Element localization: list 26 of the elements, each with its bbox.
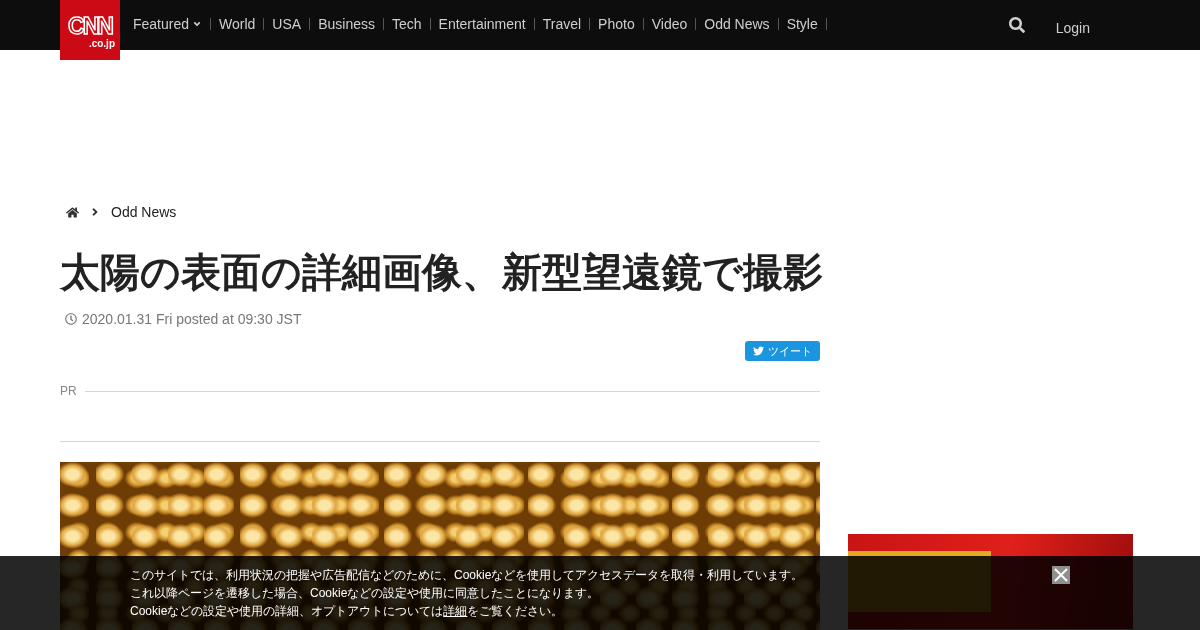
search-icon[interactable] — [1008, 17, 1025, 33]
nav-link[interactable]: Entertainment — [430, 16, 534, 32]
nav-link[interactable]: Photo — [590, 16, 643, 32]
close-button[interactable] — [1052, 566, 1070, 584]
login-link[interactable]: Login — [1055, 19, 1090, 36]
nav-link[interactable]: Style — [778, 16, 826, 32]
breadcrumb-link[interactable]: Odd News — [111, 204, 177, 220]
close-icon — [1054, 568, 1068, 582]
nav-link[interactable]: Odd News — [696, 16, 778, 32]
home-icon[interactable] — [66, 205, 79, 219]
nav-link[interactable]: USA — [264, 16, 310, 32]
nav-link[interactable]: World — [211, 16, 264, 32]
article-title: 太陽の表面の詳細画像、新型望遠鏡で撮影 — [60, 249, 820, 296]
site-logo[interactable]: CNN .co.jp — [60, 0, 120, 60]
nav-link[interactable]: Travel — [534, 16, 590, 32]
pr-label: PR — [60, 384, 77, 398]
chevron-down-icon — [192, 19, 203, 29]
clock-icon — [65, 313, 77, 325]
nav-link[interactable]: Video — [643, 16, 696, 32]
nav-dropdown[interactable]: Featured — [125, 16, 211, 32]
post-date: 2020.01.31 Fri posted at 09:30 JST — [82, 311, 302, 327]
cookie-notice-text: このサイトでは、利用状況の把握や広告配信などのために、Cookieなどを使用してアクセスデータを取得・利用しています。 これ以降ページを遷移した場合、Cookieなどの設定や使用に同意したことになります。 Cookieなどの設定や使用の詳細、オプトアウトについては詳細をご覧ください。 — [130, 567, 804, 620]
nav-link[interactable]: Business — [310, 16, 383, 32]
details-link[interactable]: 詳細 — [443, 604, 468, 618]
bird-icon — [753, 345, 764, 357]
nav-link[interactable]: Tech — [383, 16, 430, 32]
